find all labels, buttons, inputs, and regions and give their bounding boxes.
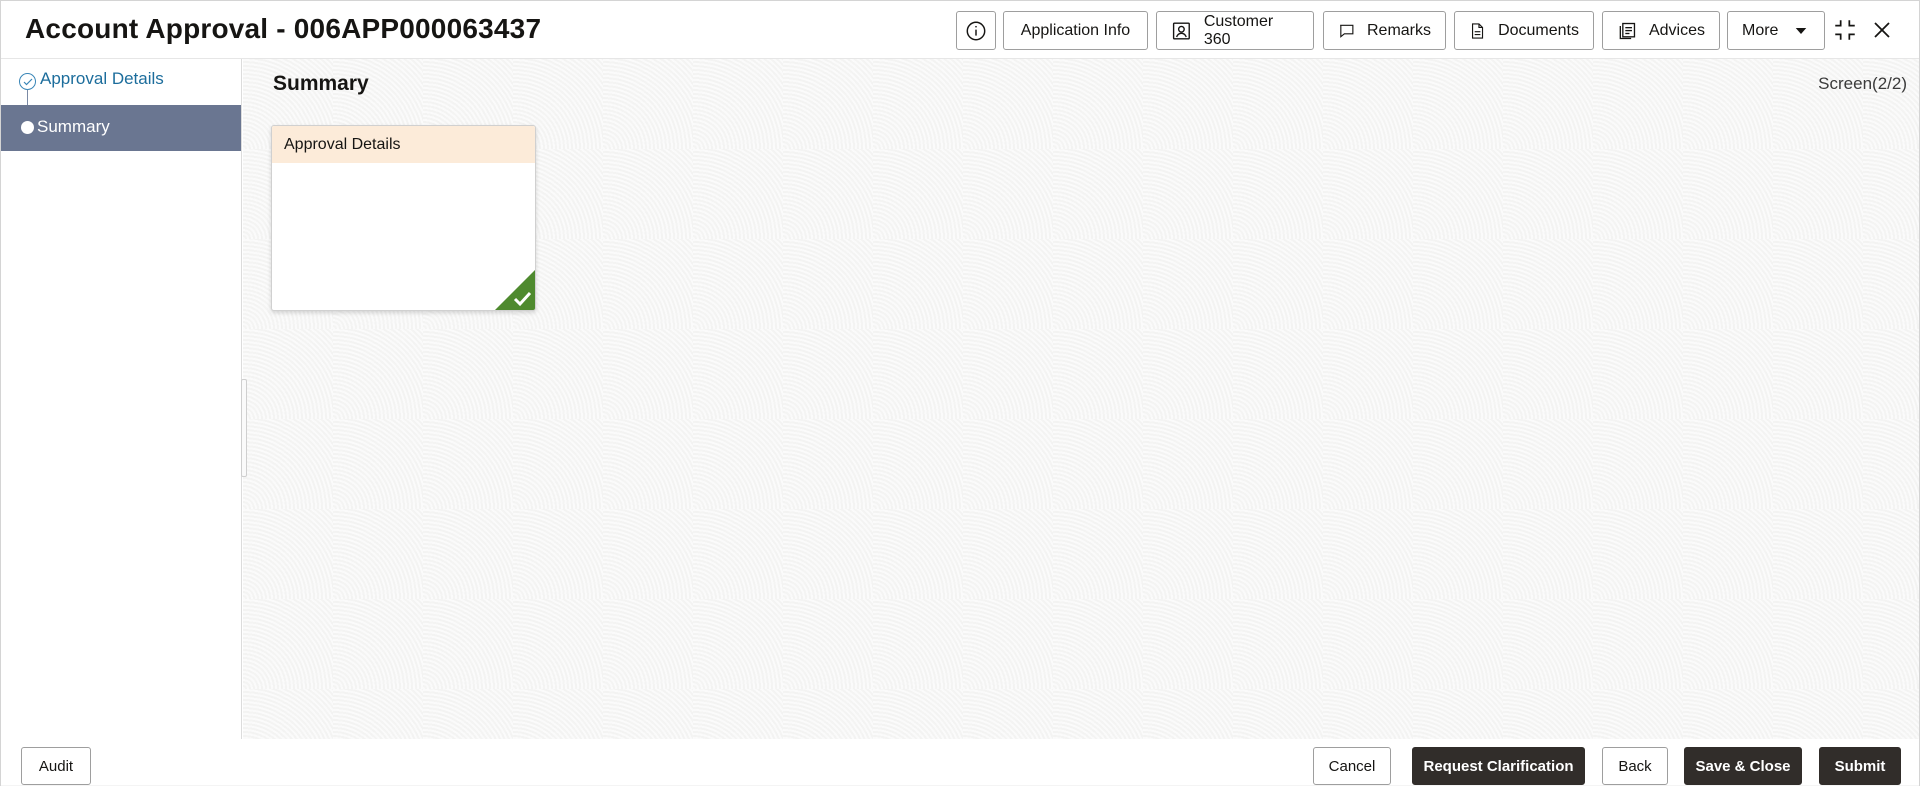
sidebar-item-summary-label: Summary (37, 117, 110, 136)
completed-check-icon (495, 270, 535, 310)
document-icon (1471, 22, 1484, 39)
more-dropdown[interactable]: More (1727, 11, 1825, 50)
advices-icon (1619, 22, 1636, 39)
caret-down-icon (1795, 27, 1807, 34)
save-close-button[interactable]: Save & Close (1684, 747, 1802, 785)
customer-360-button[interactable]: Customer 360 (1156, 11, 1314, 50)
collapse-icon[interactable] (1830, 15, 1860, 45)
customer-icon (1172, 21, 1190, 40)
back-button[interactable]: Back (1602, 747, 1668, 785)
info-button[interactable] (956, 11, 996, 50)
header-bar: Account Approval - 006APP000063437 Appli… (1, 1, 1919, 59)
advices-button[interactable]: Advices (1602, 11, 1720, 50)
advices-label: Advices (1648, 21, 1705, 39)
documents-button[interactable]: Documents (1454, 11, 1594, 50)
completed-step-icon (19, 73, 36, 90)
active-step-dot (21, 121, 34, 134)
audit-button[interactable]: Audit (21, 747, 91, 785)
panel-splitter-handle[interactable] (241, 379, 247, 477)
documents-label: Documents (1498, 21, 1579, 39)
info-icon (966, 21, 986, 40)
comment-icon (1340, 24, 1354, 38)
submit-button[interactable]: Submit (1819, 747, 1901, 785)
more-label: More (1742, 21, 1779, 39)
card-title: Approval Details (272, 126, 535, 163)
page-title: Account Approval - 006APP000063437 (25, 13, 542, 44)
close-icon[interactable] (1867, 15, 1897, 45)
application-info-label: Application Info (1020, 21, 1131, 39)
screen-counter: Screen(2/2) (1818, 74, 1907, 93)
cancel-button[interactable]: Cancel (1313, 747, 1391, 785)
section-heading: Summary (273, 72, 369, 95)
sidebar-item-approval-details[interactable]: Approval Details (40, 69, 164, 89)
customer-360-label: Customer 360 (1203, 12, 1274, 48)
summary-card-approval-details[interactable]: Approval Details (271, 125, 536, 311)
main-content: Summary Screen(2/2) Approval Details (241, 59, 1919, 739)
sidebar-train (1, 59, 242, 739)
application-info-button[interactable]: Application Info (1003, 11, 1148, 50)
request-clarification-button[interactable]: Request Clarification (1412, 747, 1585, 785)
remarks-button[interactable]: Remarks (1323, 11, 1446, 50)
remarks-label: Remarks (1366, 21, 1431, 39)
